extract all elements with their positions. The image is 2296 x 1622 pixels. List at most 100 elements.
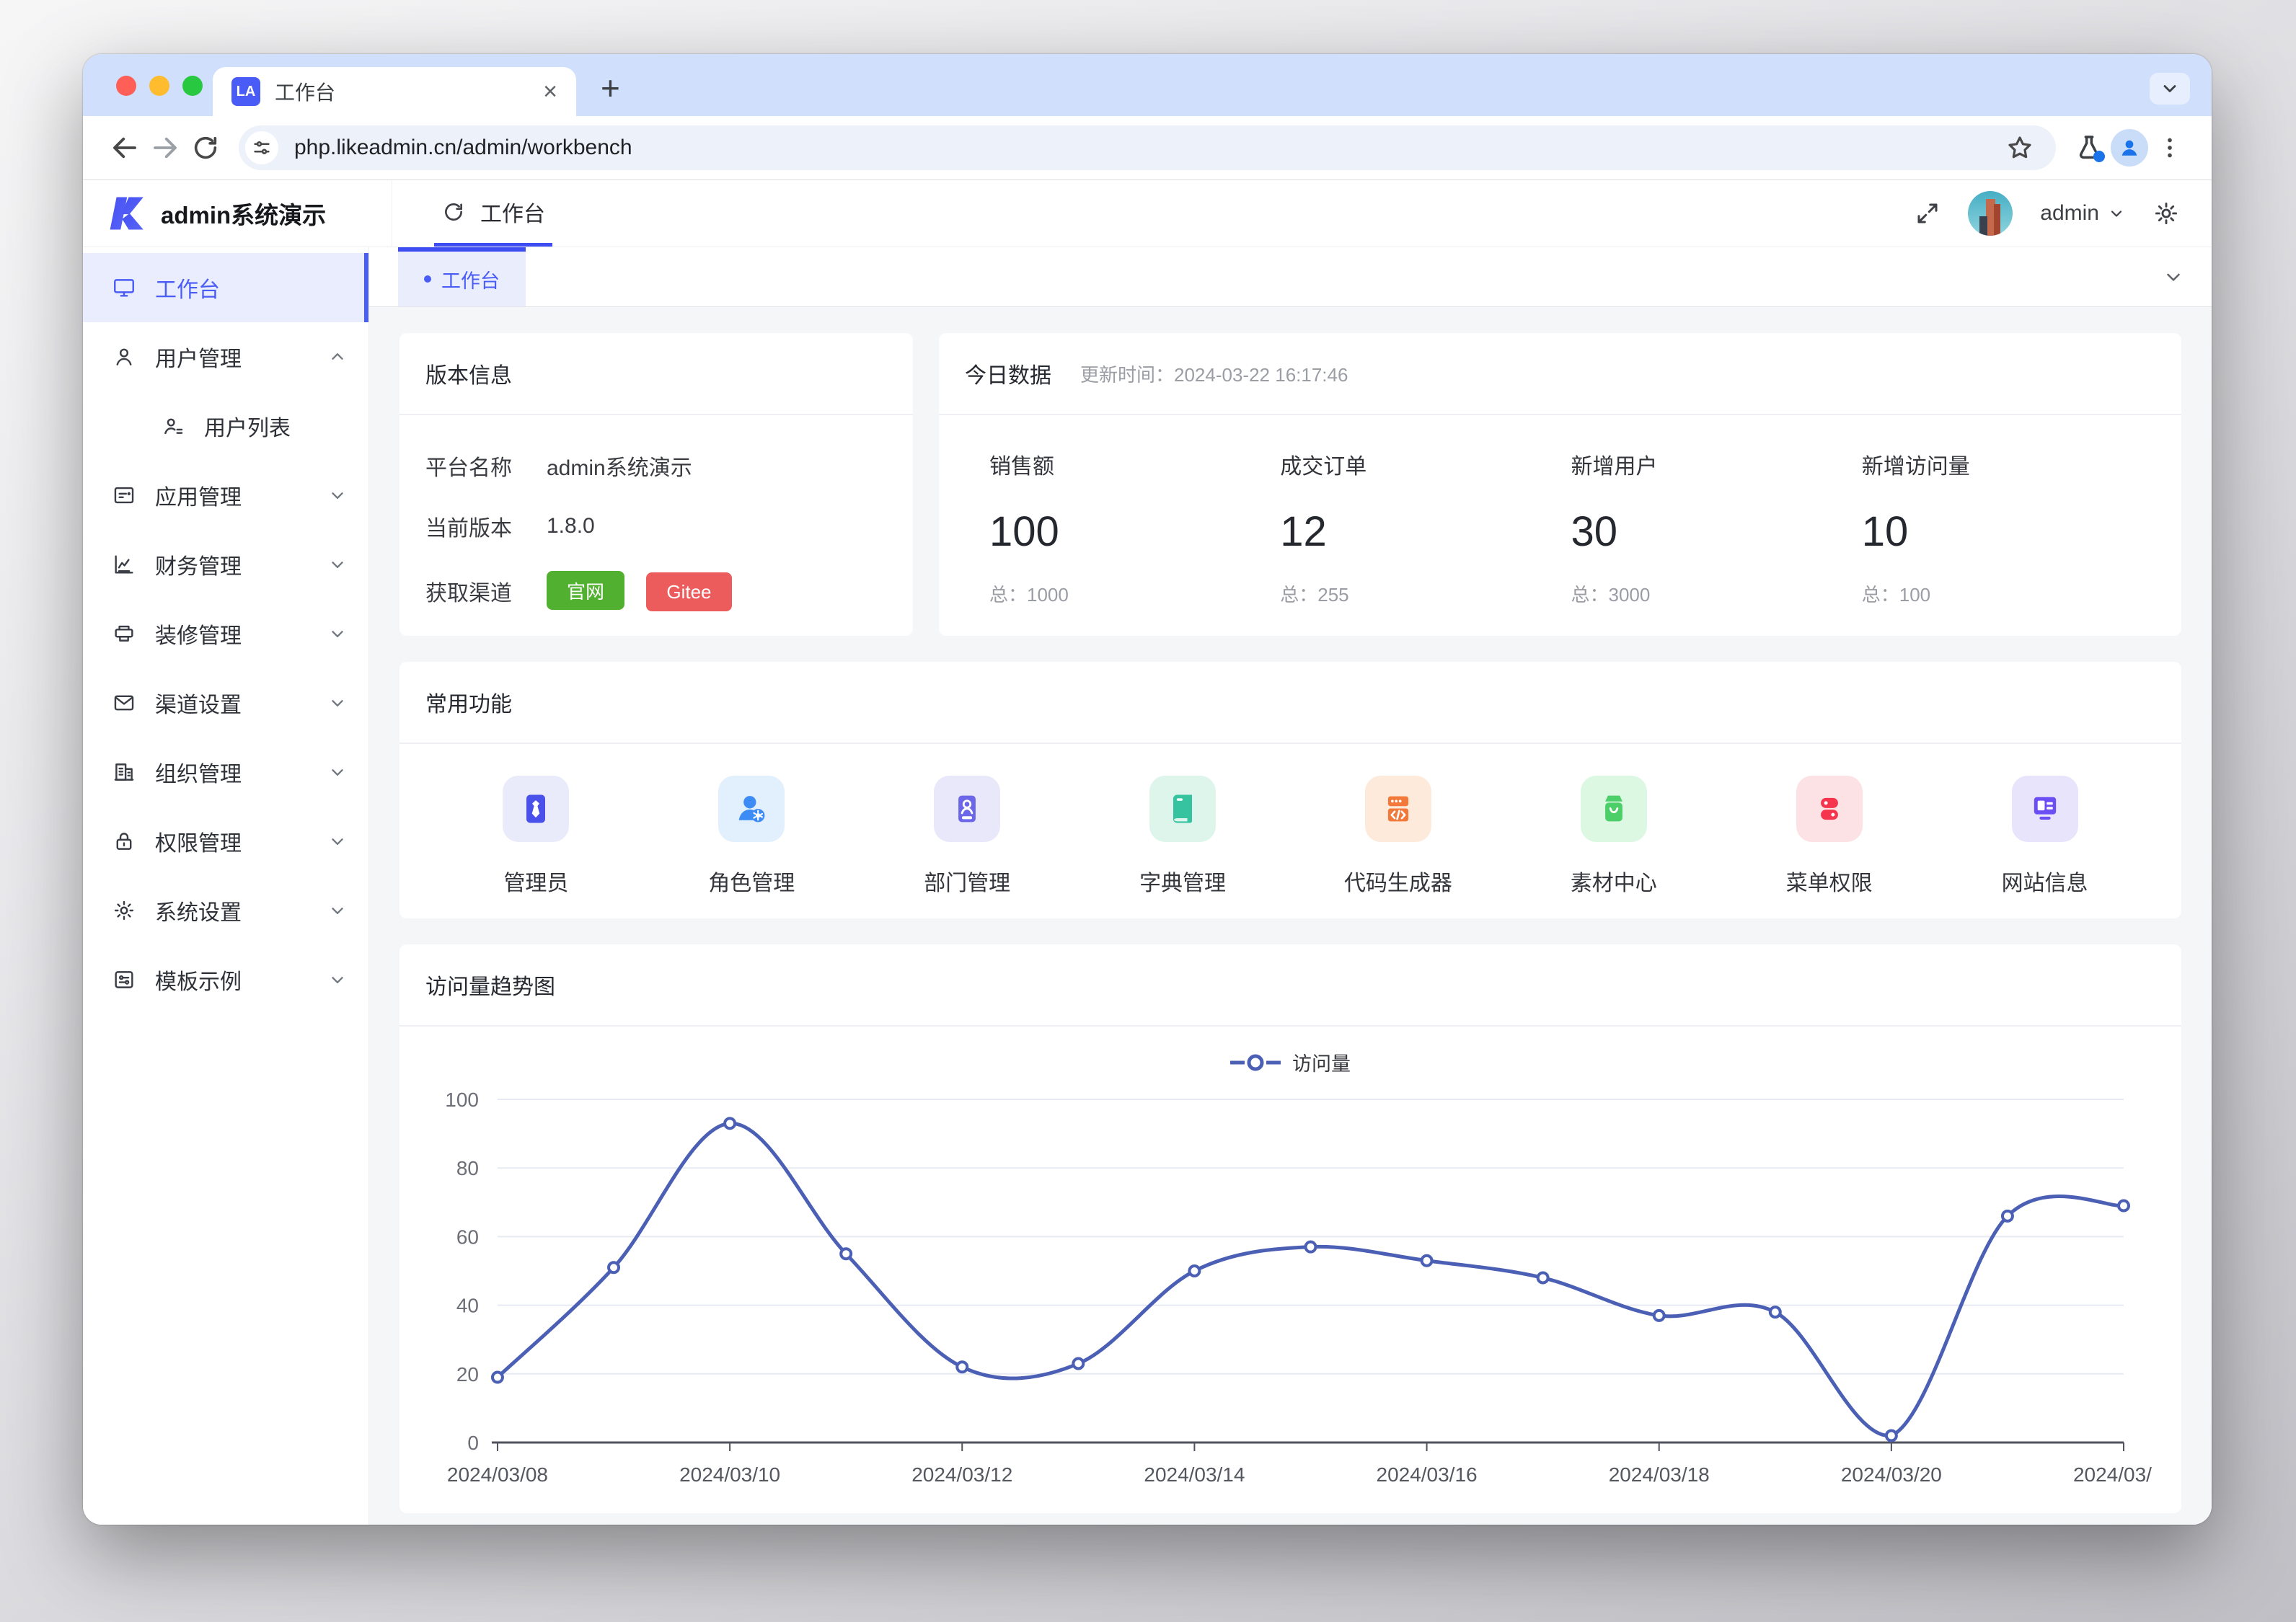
svg-text:2024/03/14: 2024/03/14	[1144, 1463, 1245, 1486]
svg-text:20: 20	[456, 1363, 479, 1386]
chevron-down-icon	[328, 693, 347, 712]
settings-gear-icon[interactable]	[2152, 200, 2180, 227]
page-tab-label: 工作台	[441, 265, 500, 293]
legend-marker-icon	[1230, 1052, 1281, 1073]
admin-tie-icon	[503, 776, 569, 842]
page-tab-bar: 工作台	[369, 247, 2212, 307]
sidebar-item-label: 权限管理	[155, 825, 309, 857]
chevron-down-icon	[328, 970, 347, 989]
app-logo-brand[interactable]: admin系统演示	[83, 180, 392, 247]
header-actions: admin	[1915, 180, 2212, 247]
active-dot	[424, 275, 431, 283]
quick-item-role[interactable]: 角色管理	[644, 776, 860, 918]
new-tab-button[interactable]: +	[601, 71, 620, 105]
minimize-window-button[interactable]	[149, 76, 169, 96]
gitee-button[interactable]: Gitee	[646, 572, 731, 611]
quick-item-admin[interactable]: 管理员	[428, 776, 644, 918]
app-card-icon	[112, 483, 136, 508]
mail-icon	[112, 691, 136, 715]
svg-text:2024/03/18: 2024/03/18	[1609, 1463, 1710, 1486]
svg-text:40: 40	[456, 1295, 479, 1317]
quick-item-menu-permission[interactable]: 菜单权限	[1721, 776, 1937, 918]
quick-item-material-center[interactable]: 素材中心	[1506, 776, 1721, 918]
sidebar-item-workbench[interactable]: 工作台	[83, 253, 368, 322]
sidebar-item-app-management[interactable]: 应用管理	[83, 461, 368, 530]
user-icon	[112, 345, 136, 369]
tab-search-chevron-icon[interactable]	[2150, 73, 2190, 105]
experiments-flask-icon[interactable]	[2069, 128, 2109, 168]
browser-profile-avatar[interactable]	[2109, 128, 2150, 168]
svg-text:80: 80	[456, 1157, 479, 1179]
browser-tab[interactable]: LA 工作台 ×	[213, 67, 576, 116]
sidebar-item-system-settings[interactable]: 系统设置	[83, 876, 368, 945]
site-controls-icon[interactable]	[245, 131, 278, 164]
tab-bar-chevron-icon[interactable]	[2163, 266, 2184, 288]
quick-item-code-generator[interactable]: 代码生成器	[1291, 776, 1506, 918]
chart-legend[interactable]: 访问量	[428, 1048, 2152, 1076]
official-site-button[interactable]: 官网	[547, 571, 624, 610]
chart-card-title: 访问量趋势图	[425, 969, 555, 1001]
chevron-down-icon	[328, 832, 347, 851]
window-controls	[116, 76, 203, 96]
monitor-icon	[112, 275, 136, 300]
chevron-down-icon	[328, 763, 347, 781]
reload-button[interactable]	[185, 128, 226, 168]
today-data-card: 今日数据 更新时间：2024-03-22 16:17:46 销售额 100 总：…	[939, 333, 2181, 636]
legend-label: 访问量	[1292, 1048, 1351, 1076]
sidebar-item-template-examples[interactable]: 模板示例	[83, 945, 368, 1014]
today-card-title: 今日数据	[965, 358, 1051, 389]
app-title: admin系统演示	[161, 196, 326, 231]
sidebar-item-channel-settings[interactable]: 渠道设置	[83, 668, 368, 737]
svg-text:2024/03/10: 2024/03/10	[679, 1463, 780, 1486]
sidebar-item-decoration-management[interactable]: 装修管理	[83, 599, 368, 668]
code-generator-icon	[1365, 776, 1431, 842]
workspace: 工作台 用户管理 用户列表 应用管理 财务管理	[83, 247, 2212, 1525]
user-menu[interactable]: admin	[2040, 201, 2125, 226]
quick-card-title: 常用功能	[425, 686, 512, 718]
finance-chart-icon	[112, 552, 136, 577]
svg-text:0: 0	[467, 1432, 479, 1454]
bookmark-star-icon[interactable]	[2000, 128, 2040, 168]
tab-close-icon[interactable]: ×	[543, 79, 557, 104]
sidebar-item-user-list[interactable]: 用户列表	[83, 391, 368, 461]
forward-button[interactable]	[145, 128, 185, 168]
sidebar-item-finance-management[interactable]: 财务管理	[83, 530, 368, 599]
close-window-button[interactable]	[116, 76, 136, 96]
sidebar-item-permission-management[interactable]: 权限管理	[83, 807, 368, 876]
trend-chart: 0204060801002024/03/082024/03/102024/03/…	[428, 1088, 2152, 1506]
channel-row: 获取渠道 官网 Gitee	[425, 571, 887, 611]
sidebar-item-label: 装修管理	[155, 618, 309, 650]
browser-window: LA 工作台 × + php.likeadmin.cn/admin/workbe…	[83, 54, 2212, 1525]
platform-name-value: admin系统演示	[547, 450, 692, 482]
stat-new-users: 新增用户 30 总：3000	[1571, 448, 1862, 636]
material-bag-icon	[1581, 776, 1647, 842]
svg-text:2024/03/16: 2024/03/16	[1377, 1463, 1478, 1486]
page-content: 版本信息 平台名称 admin系统演示 当前版本 1.8.0 获	[369, 307, 2212, 1525]
sidebar-item-organization-management[interactable]: 组织管理	[83, 737, 368, 807]
fullscreen-icon[interactable]	[1915, 200, 1940, 226]
browser-toolbar: php.likeadmin.cn/admin/workbench	[83, 116, 2212, 180]
chevron-up-icon	[328, 347, 347, 366]
nav-tab-workbench[interactable]: 工作台	[434, 180, 552, 247]
page-tab-workbench[interactable]: 工作台	[398, 247, 526, 306]
browser-menu-icon[interactable]	[2150, 128, 2190, 168]
svg-text:2024/03/22: 2024/03/22	[2073, 1463, 2152, 1486]
browser-tabstrip: LA 工作台 × +	[83, 54, 2212, 116]
sidebar-item-user-management[interactable]: 用户管理	[83, 322, 368, 391]
back-button[interactable]	[105, 128, 145, 168]
chevron-down-icon	[328, 624, 347, 643]
url-bar[interactable]: php.likeadmin.cn/admin/workbench	[239, 125, 2056, 170]
quick-item-department[interactable]: 部门管理	[860, 776, 1075, 918]
sidebar-item-label: 财务管理	[155, 549, 309, 580]
stat-sales: 销售额 100 总：1000	[989, 448, 1280, 636]
nav-tab-label: 工作台	[480, 196, 545, 228]
stat-new-visits: 新增访问量 10 总：100	[1862, 448, 2152, 636]
platform-name-row: 平台名称 admin系统演示	[425, 450, 887, 482]
svg-text:100: 100	[445, 1089, 479, 1111]
maximize-window-button[interactable]	[182, 76, 203, 96]
refresh-icon[interactable]	[441, 200, 466, 224]
current-version-value: 1.8.0	[547, 514, 595, 539]
user-avatar[interactable]	[1968, 191, 2013, 236]
quick-item-dictionary[interactable]: 字典管理	[1075, 776, 1291, 918]
quick-item-site-info[interactable]: 网站信息	[1937, 776, 2152, 918]
